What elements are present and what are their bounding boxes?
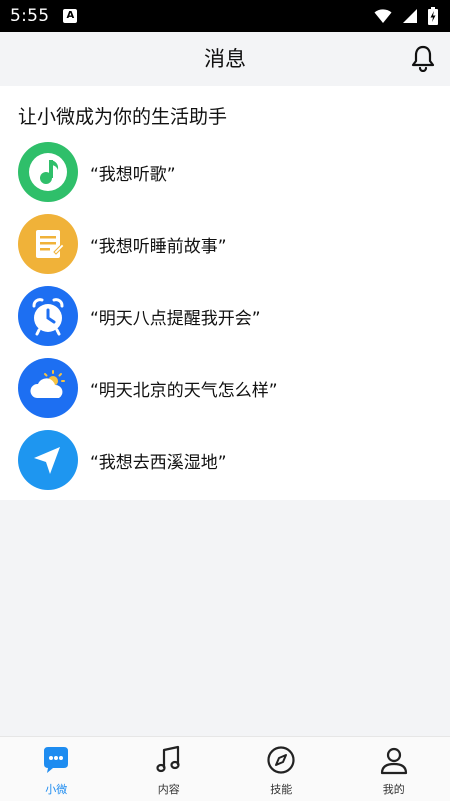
story-document-icon (18, 214, 78, 274)
suggestions-card: 让小微成为你的生活助手 “我想听歌” “我想听睡前故事” “明天八点提醒我开会”… (0, 86, 450, 500)
nav-label: 我的 (382, 783, 405, 796)
suggestion-text: “明天北京的天气怎么样” (90, 380, 278, 401)
bell-icon[interactable] (410, 44, 436, 72)
suggestion-item-music[interactable]: “我想听歌” (18, 141, 438, 203)
nav-item-content[interactable]: 内容 (113, 737, 226, 801)
nav-item-mine[interactable]: 我的 (338, 737, 450, 801)
header: 消息 (0, 32, 450, 84)
card-title: 让小微成为你的生活助手 (18, 106, 228, 128)
wifi-icon (374, 9, 392, 23)
suggestion-text: “我想去西溪湿地” (90, 452, 227, 473)
suggestion-text: “我想听睡前故事” (90, 236, 227, 257)
status-bar: 5:55 A (0, 0, 450, 32)
page-title: 消息 (204, 47, 246, 71)
music-notes-icon (154, 745, 184, 775)
screen: 5:55 A 消息 让小微成为你的生活助手 “我想听歌” “我想听睡前故事” “… (0, 0, 450, 801)
chat-bubble-icon (41, 745, 71, 775)
suggestion-item-story[interactable]: “我想听睡前故事” (18, 213, 438, 275)
status-left: 5:55 A (10, 6, 78, 26)
status-time: 5:55 (10, 6, 50, 26)
suggestion-item-weather[interactable]: “明天北京的天气怎么样” (18, 357, 438, 419)
signal-icon (403, 9, 417, 23)
compass-icon (266, 745, 296, 775)
nav-label: 小微 (45, 783, 68, 796)
suggestion-text: “我想听歌” (90, 164, 176, 185)
status-icons (374, 7, 438, 25)
navigation-arrow-icon (18, 430, 78, 490)
nav-item-xiaowei[interactable]: 小微 (0, 737, 113, 801)
nav-item-skills[interactable]: 技能 (225, 737, 338, 801)
suggestion-text: “明天八点提醒我开会” (90, 308, 261, 329)
person-icon (379, 745, 409, 775)
bottom-nav: 小微 内容 技能 我的 (0, 736, 450, 801)
alarm-clock-icon (18, 286, 78, 346)
nav-label: 内容 (157, 783, 180, 796)
battery-charging-icon (428, 7, 438, 25)
suggestion-item-navigation[interactable]: “我想去西溪湿地” (18, 429, 438, 491)
weather-cloud-icon (18, 358, 78, 418)
nav-label: 技能 (270, 783, 293, 796)
suggestion-item-alarm[interactable]: “明天八点提醒我开会” (18, 285, 438, 347)
a-badge-icon: A (63, 9, 78, 23)
music-note-icon (18, 142, 78, 202)
